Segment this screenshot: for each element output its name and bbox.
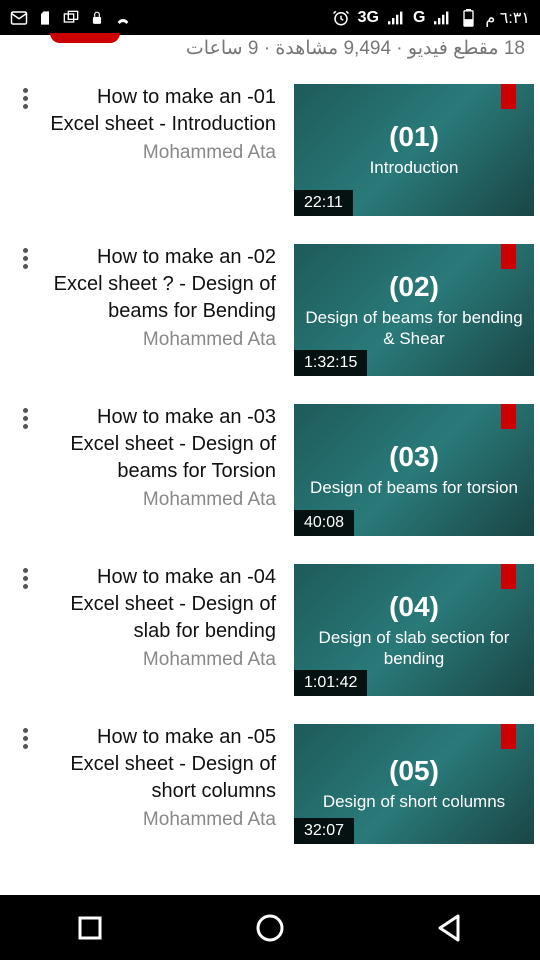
more-vertical-icon <box>23 248 28 269</box>
video-title: How to make an -01 Excel sheet - Introdu… <box>48 84 276 138</box>
thumbnail-label: Design of beams for torsion <box>300 477 528 498</box>
video-author: Mohammed Ata <box>48 809 276 831</box>
video-author: Mohammed Ata <box>48 649 276 671</box>
network-3g-label: 3G <box>358 9 379 27</box>
thumbnail-number: (04) <box>389 591 439 623</box>
sd-card-icon <box>36 9 54 27</box>
network-g-label: G <box>413 9 425 27</box>
video-item[interactable]: How to make an -05 Excel sheet - Design … <box>0 710 540 848</box>
video-item[interactable]: How to make an -04 Excel sheet - Design … <box>0 550 540 710</box>
clock-time: ٦:٣١ م <box>485 8 530 28</box>
video-duration: 22:11 <box>294 190 353 216</box>
more-vertical-icon <box>23 728 28 749</box>
channel-avatar[interactable] <box>50 33 120 43</box>
video-title: How to make an -05 Excel sheet - Design … <box>48 724 276 805</box>
video-item[interactable]: How to make an -01 Excel sheet - Introdu… <box>0 70 540 230</box>
thumbnail-number: (01) <box>389 121 439 153</box>
video-duration: 1:32:15 <box>294 350 367 376</box>
thumbnail-accent <box>501 84 516 109</box>
video-item[interactable]: How to make an -02 Excel sheet ? - Desig… <box>0 230 540 390</box>
back-button[interactable] <box>430 908 470 948</box>
video-list: How to make an -01 Excel sheet - Introdu… <box>0 70 540 848</box>
more-menu-button[interactable] <box>10 564 40 589</box>
playlist-header: 18 مقطع فيديو · 9,494 مشاهدة · 9 ساعات <box>0 35 540 70</box>
video-duration: 32:07 <box>294 818 354 844</box>
status-left <box>10 9 132 27</box>
more-vertical-icon <box>23 568 28 589</box>
video-thumbnail[interactable]: (02) Design of beams for bending & Shear… <box>294 244 534 376</box>
status-right: 3G G ٦:٣١ م <box>332 8 530 28</box>
more-menu-button[interactable] <box>10 404 40 429</box>
thumbnail-accent <box>501 244 516 269</box>
thumbnail-number: (02) <box>389 271 439 303</box>
video-duration: 1:01:42 <box>294 670 367 696</box>
video-title: How to make an -02 Excel sheet ? - Desig… <box>48 244 276 325</box>
thumbnail-label: Introduction <box>360 157 469 178</box>
window-icon <box>62 9 80 27</box>
video-thumbnail[interactable]: (04) Design of slab section for bending … <box>294 564 534 696</box>
thumbnail-label: Design of beams for bending & Shear <box>294 307 534 350</box>
video-text: How to make an -02 Excel sheet ? - Desig… <box>48 244 286 351</box>
video-author: Mohammed Ata <box>48 329 276 351</box>
more-menu-button[interactable] <box>10 84 40 109</box>
thumbnail-number: (05) <box>389 755 439 787</box>
more-menu-button[interactable] <box>10 244 40 269</box>
status-bar: 3G G ٦:٣١ م <box>0 0 540 35</box>
mail-icon <box>10 9 28 27</box>
video-author: Mohammed Ata <box>48 142 276 164</box>
video-thumbnail[interactable]: (03) Design of beams for torsion 40:08 <box>294 404 534 536</box>
thumbnail-accent <box>501 724 516 749</box>
more-menu-button[interactable] <box>10 724 40 749</box>
video-title: How to make an -03 Excel sheet - Design … <box>48 404 276 485</box>
video-thumbnail[interactable]: (01) Introduction 22:11 <box>294 84 534 216</box>
video-thumbnail[interactable]: (05) Design of short columns 32:07 <box>294 724 534 844</box>
video-author: Mohammed Ata <box>48 489 276 511</box>
thumbnail-number: (03) <box>389 441 439 473</box>
signal-bars-2-icon <box>433 9 451 27</box>
battery-icon <box>459 9 477 27</box>
more-vertical-icon <box>23 88 28 109</box>
video-title: How to make an -04 Excel sheet - Design … <box>48 564 276 645</box>
recent-apps-button[interactable] <box>70 908 110 948</box>
video-text: How to make an -03 Excel sheet - Design … <box>48 404 286 511</box>
home-button[interactable] <box>250 908 290 948</box>
video-text: How to make an -01 Excel sheet - Introdu… <box>48 84 286 164</box>
signal-bars-1-icon <box>387 9 405 27</box>
more-vertical-icon <box>23 408 28 429</box>
android-nav-bar <box>0 895 540 960</box>
video-item[interactable]: How to make an -03 Excel sheet - Design … <box>0 390 540 550</box>
video-text: How to make an -05 Excel sheet - Design … <box>48 724 286 831</box>
thumbnail-label: Design of slab section for bending <box>294 627 534 670</box>
video-duration: 40:08 <box>294 510 354 536</box>
alarm-icon <box>332 9 350 27</box>
thumbnail-accent <box>501 564 516 589</box>
thumbnail-label: Design of short columns <box>313 791 515 812</box>
thumbnail-accent <box>501 404 516 429</box>
video-text: How to make an -04 Excel sheet - Design … <box>48 564 286 671</box>
missed-call-icon <box>114 9 132 27</box>
lock-icon <box>88 9 106 27</box>
